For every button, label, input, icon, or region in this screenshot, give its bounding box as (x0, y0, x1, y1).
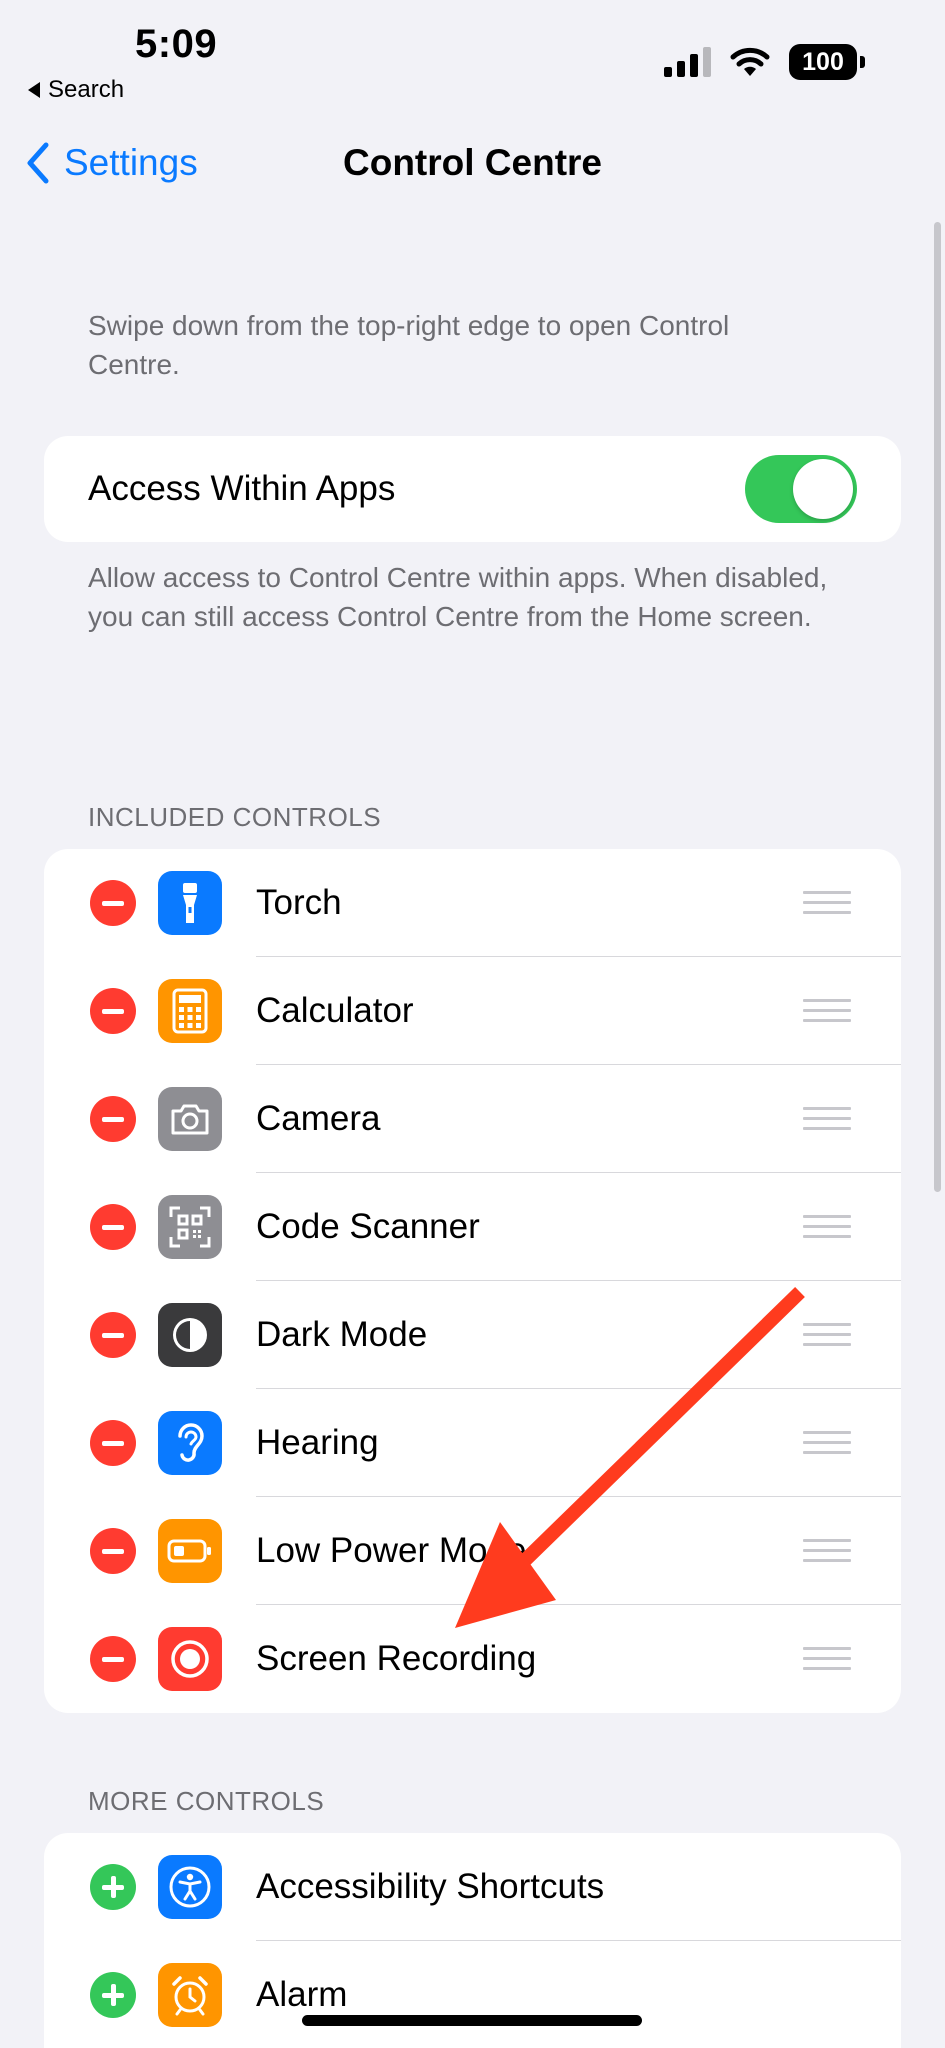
back-button-label: Settings (64, 142, 198, 183)
home-indicator[interactable] (302, 2015, 642, 2026)
reorder-handle[interactable] (803, 891, 851, 914)
included-control-calculator: Calculator (44, 957, 901, 1065)
cellular-signal-icon (664, 47, 711, 77)
access-within-apps-label: Access Within Apps (88, 469, 396, 508)
battery-icon: 100 (789, 44, 865, 80)
included-controls-header: INCLUDED CONTROLS (88, 802, 382, 832)
record-icon (158, 1627, 222, 1691)
reorder-handle[interactable] (803, 1431, 851, 1454)
reorder-handle[interactable] (803, 999, 851, 1022)
control-label: Screen Recording (256, 1639, 537, 1678)
access-within-apps-card: Access Within Apps (44, 436, 901, 542)
back-button[interactable]: Settings (26, 142, 198, 184)
remove-button[interactable] (90, 988, 136, 1034)
more-control-accessibility-shortcuts: Accessibility Shortcuts (44, 1833, 901, 1941)
control-label: Dark Mode (256, 1315, 428, 1354)
status-time: 5:09 (135, 22, 218, 66)
chevron-left-icon (27, 142, 49, 184)
accessibility-icon (158, 1855, 222, 1919)
control-label: Accessibility Shortcuts (256, 1867, 605, 1906)
included-control-low-power-mode: Low Power Mode (44, 1497, 901, 1605)
access-within-apps-toggle[interactable] (745, 455, 857, 523)
reorder-handle[interactable] (803, 1215, 851, 1238)
add-button[interactable] (90, 1864, 136, 1910)
add-button[interactable] (90, 1972, 136, 2018)
control-label: Camera (256, 1099, 381, 1138)
calculator-icon (158, 979, 222, 1043)
more-controls-header: MORE CONTROLS (88, 1786, 325, 1816)
remove-button[interactable] (90, 1420, 136, 1466)
wifi-icon (730, 47, 770, 76)
status-icons: 100 (664, 44, 865, 80)
reorder-handle[interactable] (803, 1539, 851, 1562)
dark-mode-icon (158, 1303, 222, 1367)
back-app-label: Search (48, 76, 125, 103)
control-label: Low Power Mode (256, 1531, 527, 1570)
more-control-alarm: Alarm (44, 1941, 901, 2048)
control-label: Calculator (256, 991, 414, 1030)
control-label: Alarm (256, 1975, 348, 2014)
included-control-hearing: Hearing (44, 1389, 901, 1497)
control-label: Hearing (256, 1423, 379, 1462)
reorder-handle[interactable] (803, 1107, 851, 1130)
remove-button[interactable] (90, 880, 136, 926)
included-control-screen-recording: Screen Recording (44, 1605, 901, 1713)
remove-button[interactable] (90, 1096, 136, 1142)
included-control-dark-mode: Dark Mode (44, 1281, 901, 1389)
access-note: Allow access to Control Centre within ap… (88, 562, 828, 632)
intro-note: Swipe down from the top-right edge to op… (88, 310, 730, 380)
back-triangle-icon (28, 82, 40, 98)
torch-icon (158, 871, 222, 935)
status-bar: 5:09 Search 100 (0, 0, 945, 110)
included-controls-list: Torch Calculator Camera Code Scanner Dar… (44, 849, 901, 1713)
remove-button[interactable] (90, 1204, 136, 1250)
scroll-indicator[interactable] (934, 222, 941, 1192)
control-label: Code Scanner (256, 1207, 480, 1246)
remove-button[interactable] (90, 1312, 136, 1358)
reorder-handle[interactable] (803, 1323, 851, 1346)
back-to-app-link[interactable]: Search (28, 76, 124, 104)
ear-icon (158, 1411, 222, 1475)
camera-icon (158, 1087, 222, 1151)
control-label: Torch (256, 883, 342, 922)
remove-button[interactable] (90, 1636, 136, 1682)
included-control-camera: Camera (44, 1065, 901, 1173)
alarm-clock-icon (158, 1963, 222, 2027)
access-within-apps-row: Access Within Apps (44, 436, 901, 542)
battery-level: 100 (789, 44, 857, 80)
included-control-torch: Torch (44, 849, 901, 957)
navigation-bar: Control Centre Settings (0, 120, 945, 210)
reorder-handle[interactable] (803, 1647, 851, 1670)
qr-code-icon (158, 1195, 222, 1259)
battery-icon (158, 1519, 222, 1583)
remove-button[interactable] (90, 1528, 136, 1574)
included-control-code-scanner: Code Scanner (44, 1173, 901, 1281)
toggle-knob (793, 459, 853, 519)
